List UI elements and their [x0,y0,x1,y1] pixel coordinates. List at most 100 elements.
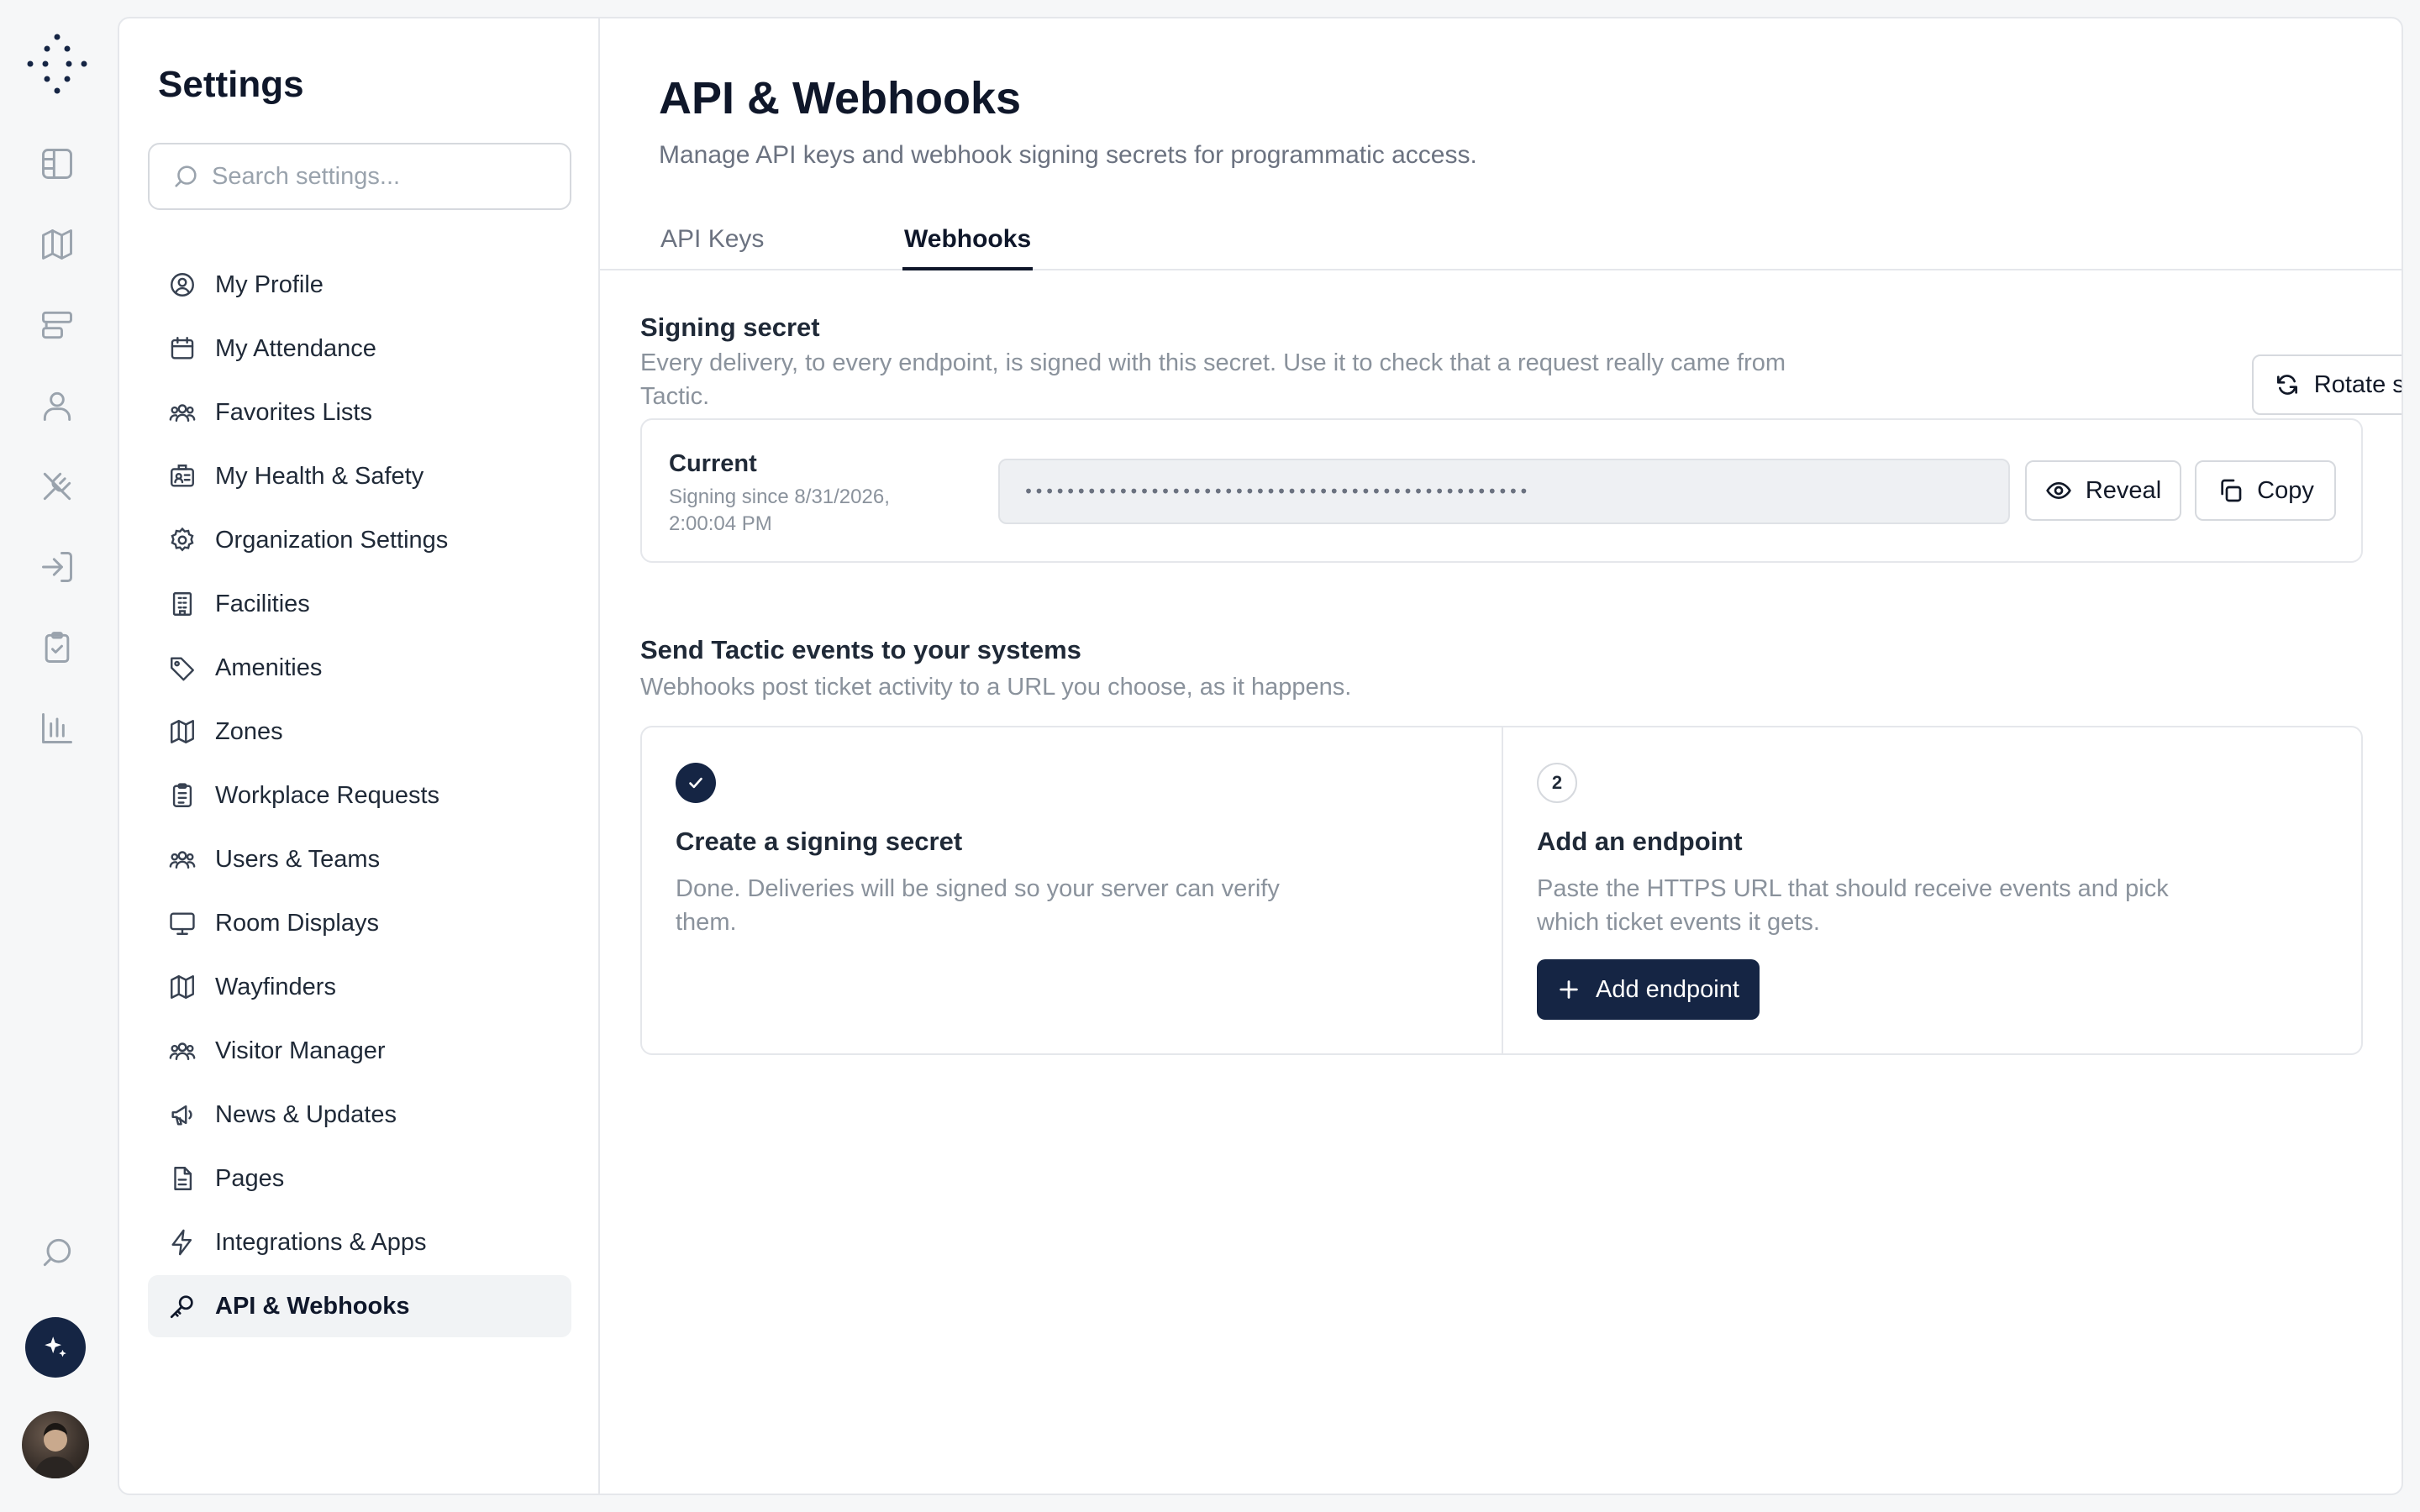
nav-item-my-attendance[interactable]: My Attendance [148,318,571,380]
nav-item-integrations-apps[interactable]: Integrations & Apps [148,1211,571,1273]
setup-steps: Create a signing secret Done. Deliveries… [640,726,2363,1055]
nav-item-api-webhooks[interactable]: API & Webhooks [148,1275,571,1337]
rotate-secret-button[interactable]: Rotate secret [2252,354,2402,415]
gear-icon [171,527,194,552]
dot-grid-logo-icon[interactable] [25,32,89,96]
step-title: Create a signing secret [676,827,963,856]
nav-item-label: Zones [215,717,283,745]
rotate-secret-label: Rotate secret [2313,370,2402,398]
nav-item-zones[interactable]: Zones [148,701,571,763]
nav-item-organization-settings[interactable]: Organization Settings [148,509,571,571]
masked-secret-field[interactable]: ••••••••••••••••••••••••••••••••••••••••… [998,459,2010,524]
nav-item-facilities[interactable]: Facilities [148,573,571,635]
nav-item-favorites-lists[interactable]: Favorites Lists [148,381,571,444]
id-card-icon [171,465,194,487]
nav-item-label: My Health & Safety [215,462,424,490]
eye-icon [2046,481,2071,500]
megaphone-icon [171,1105,192,1126]
reveal-button[interactable]: Reveal [2025,460,2181,521]
settings-title: Settings [158,64,304,105]
nav-item-label: Room Displays [215,909,379,937]
tab-bar: API Keys Webhooks [600,205,2402,270]
nav-item-amenities[interactable]: Amenities [148,637,571,699]
nav-item-users-teams[interactable]: Users & Teams [148,828,571,890]
content-area: API & Webhooks Manage API keys and webho… [600,18,2402,1494]
user-icon[interactable] [34,382,81,429]
check-icon [676,763,716,803]
users-icon [169,851,196,869]
settings-search[interactable] [148,143,571,210]
key-icon [170,1295,193,1319]
current-label: Current [669,450,757,477]
app-rail [0,0,118,1512]
search-icon [175,165,197,187]
nav-item-label: My Profile [215,270,324,298]
search-icon[interactable] [34,1229,81,1276]
step-description: Done. Deliveries will be signed so your … [676,875,1280,936]
nav-item-label: Organization Settings [215,526,449,554]
bar-chart-icon[interactable] [34,705,81,752]
step-description: Paste the HTTPS URL that should receive … [1537,875,2169,936]
user-avatar[interactable] [22,1411,89,1478]
copy-button[interactable]: Copy [2195,460,2336,521]
nav-item-label: Workplace Requests [215,781,440,809]
nav-item-room-displays[interactable]: Room Displays [148,892,571,954]
events-section-description: Webhooks post ticket activity to a URL y… [640,674,1352,701]
bolt-icon [171,1229,192,1256]
sign-in-icon[interactable] [34,543,81,591]
refresh-icon [2276,375,2297,395]
sparkle-icon[interactable] [25,1317,86,1378]
monitor-icon [170,912,195,935]
signing-since: Signing since 8/31/2026, 2:00:04 PM [669,486,890,535]
nav-item-pages[interactable]: Pages [148,1147,571,1210]
desks-icon[interactable] [34,302,81,349]
map-icon[interactable] [34,221,81,268]
current-secret-panel: Current Signing since 8/31/2026, 2:00:04… [640,418,2363,563]
nav-item-label: My Attendance [215,334,376,362]
step-create-secret: Create a signing secret Done. Deliveries… [642,727,1502,1053]
layout-icon[interactable] [34,140,81,187]
copy-icon [2221,479,2242,502]
clipboard-check-icon[interactable] [34,624,81,671]
add-endpoint-button[interactable]: Add endpoint [1537,959,1760,1020]
nav-item-label: Integrations & Apps [215,1228,427,1256]
search-input[interactable] [212,162,565,191]
map-icon [171,720,194,743]
tab-webhooks[interactable]: Webhooks [902,225,1034,270]
nav-item-label: Amenities [215,654,323,681]
nav-item-label: Users & Teams [215,845,381,873]
users-icon [169,404,196,423]
copy-label: Copy [2257,476,2314,504]
nav-item-label: Facilities [215,590,310,617]
signing-secret-description: Every delivery, to every endpoint, is si… [640,349,1786,410]
users-icon [169,1042,196,1061]
file-icon [174,1167,192,1190]
calendar-icon [171,337,194,360]
nav-item-visitor-manager[interactable]: Visitor Manager [148,1020,571,1082]
step-title: Add an endpoint [1537,827,1743,856]
nav-item-my-profile[interactable]: My Profile [148,254,571,316]
step-number: 2 [1537,763,1577,803]
nav-item-label: API & Webhooks [215,1292,410,1320]
utensils-icon[interactable] [34,463,81,510]
nav-item-label: Favorites Lists [215,398,372,426]
settings-sidebar: Settings My Profile My Attendance Favori… [119,18,600,1494]
page-title: API & Webhooks [659,73,1022,123]
page-subtitle: Manage API keys and webhook signing secr… [659,141,1477,169]
events-section-title: Send Tactic events to your systems [640,635,1081,664]
plus-icon [1560,980,1578,999]
settings-window: Settings My Profile My Attendance Favori… [118,17,2403,1495]
nav-item-news-updates[interactable]: News & Updates [148,1084,571,1146]
building-icon [172,592,192,616]
tag-icon [171,657,194,681]
nav-item-label: Wayfinders [215,973,336,1000]
nav-item-workplace-requests[interactable]: Workplace Requests [148,764,571,827]
reveal-label: Reveal [2085,476,2162,504]
nav-item-wayfinders[interactable]: Wayfinders [148,956,571,1018]
user-circle-icon [171,273,194,297]
settings-nav-list: My Profile My Attendance Favorites Lists… [148,254,571,1339]
nav-item-label: News & Updates [215,1100,397,1128]
nav-item-health-safety[interactable]: My Health & Safety [148,445,571,507]
clipboard-icon [172,783,192,807]
tab-api-keys[interactable]: API Keys [659,225,765,270]
